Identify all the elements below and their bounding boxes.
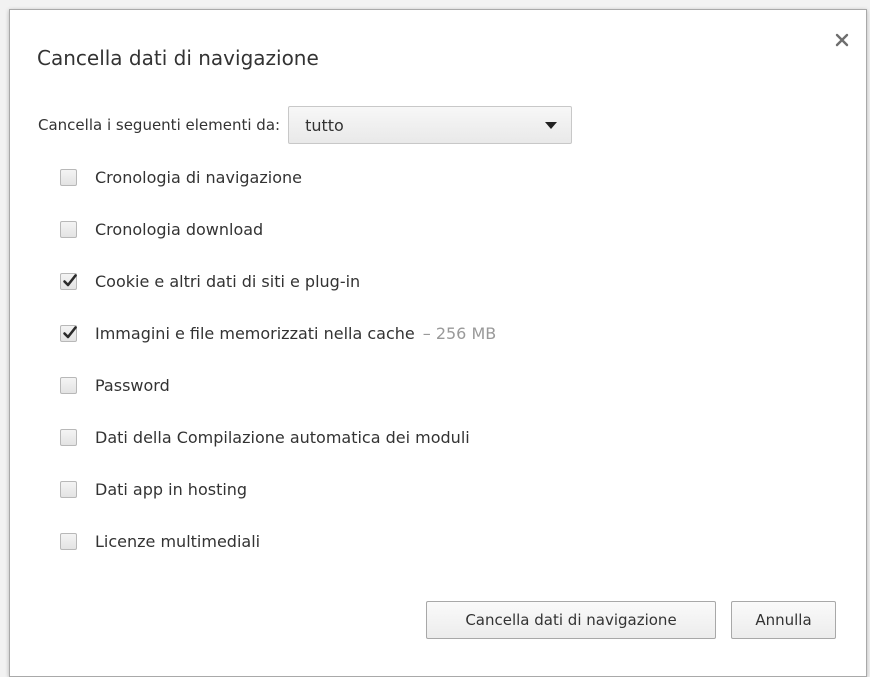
checkbox-passwords[interactable] [60, 376, 77, 394]
checkbox-browsing-history[interactable] [60, 168, 77, 186]
checkbox-hosted-app-data[interactable] [60, 480, 77, 498]
close-icon[interactable] [834, 32, 850, 48]
clear-data-button[interactable]: Cancella dati di navigazione [426, 601, 716, 639]
cancel-button[interactable]: Annulla [731, 601, 836, 639]
checkbox-cookies[interactable] [60, 272, 77, 290]
option-download-history[interactable]: Cronologia download [60, 218, 496, 240]
dropdown-arrow-icon [545, 122, 558, 129]
time-range-value: tutto [305, 115, 344, 135]
time-range-row: Cancella i seguenti elementi da: tutto [38, 106, 573, 144]
option-label: Password [95, 375, 170, 395]
clear-browsing-data-dialog: Cancella dati di navigazione Cancella i … [9, 9, 867, 677]
time-range-label: Cancella i seguenti elementi da: [38, 116, 281, 134]
option-label: Immagini e file memorizzati nella cache [95, 323, 415, 343]
option-label: Dati app in hosting [95, 479, 248, 499]
checkbox-media-licenses[interactable] [60, 532, 77, 550]
option-label: Licenze multimediali [95, 531, 261, 551]
option-hosted-app-data[interactable]: Dati app in hosting [60, 478, 496, 500]
option-label: Cronologia download [95, 219, 264, 239]
dialog-title: Cancella dati di navigazione [37, 46, 319, 70]
checkbox-download-history[interactable] [60, 220, 77, 238]
option-media-licenses[interactable]: Licenze multimediali [60, 530, 496, 552]
data-type-options: Cronologia di navigazione Cronologia dow… [60, 166, 496, 582]
option-label: Cronologia di navigazione [95, 167, 302, 187]
checkbox-autofill[interactable] [60, 428, 77, 446]
option-autofill[interactable]: Dati della Compilazione automatica dei m… [60, 426, 496, 448]
option-label: Dati della Compilazione automatica dei m… [95, 427, 470, 447]
option-passwords[interactable]: Password [60, 374, 496, 396]
option-cache[interactable]: Immagini e file memorizzati nella cache … [60, 322, 496, 344]
time-range-select[interactable]: tutto [288, 106, 573, 144]
checkmark-icon [63, 325, 77, 338]
checkmark-icon [63, 273, 77, 286]
checkbox-cache[interactable] [60, 324, 77, 342]
option-cookies[interactable]: Cookie e altri dati di siti e plug-in [60, 270, 496, 292]
option-label: Cookie e altri dati di siti e plug-in [95, 271, 361, 291]
option-browsing-history[interactable]: Cronologia di navigazione [60, 166, 496, 188]
cache-size: – 256 MB [422, 323, 497, 343]
